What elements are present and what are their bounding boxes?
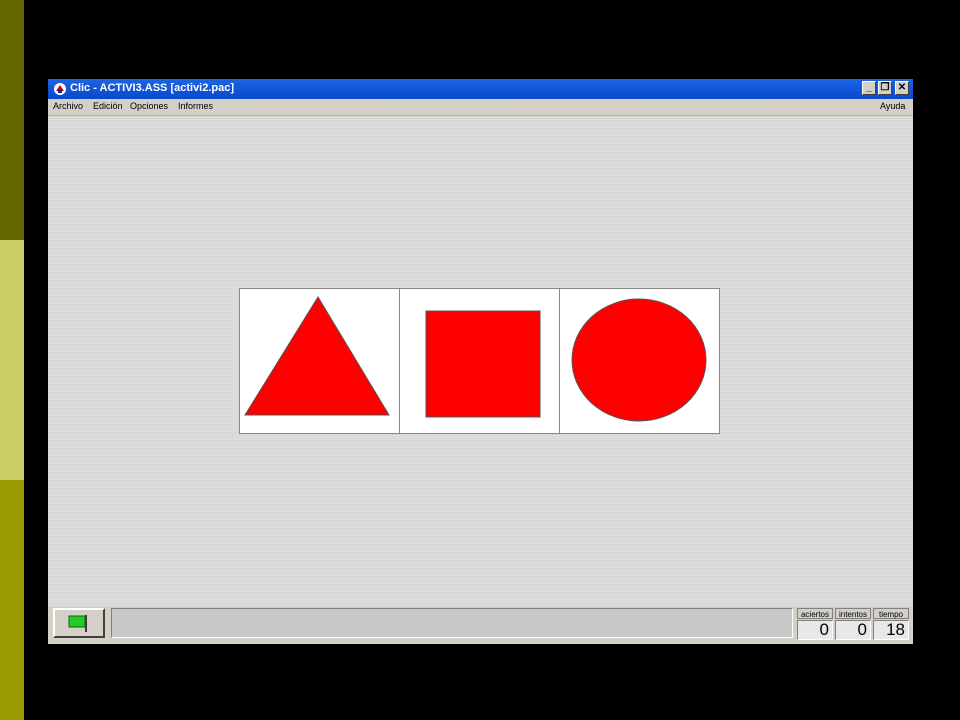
counter-label: aciertos — [797, 608, 833, 619]
close-button[interactable]: ✕ — [895, 81, 909, 95]
window-title: Clic - ACTIVI3.ASS [activi2.pac] — [70, 82, 235, 94]
status-bar: aciertos 0 intentos 0 tiempo 18 — [48, 606, 913, 644]
counter-tiempo: tiempo 18 — [873, 608, 909, 640]
triangle-fill — [244, 296, 390, 416]
square-shape — [425, 310, 541, 418]
counter-label: intentos — [835, 608, 871, 619]
slide-stripe-mid — [0, 480, 24, 720]
menu-bar: Archivo Edición Opciones Informes Ayuda — [48, 99, 913, 116]
shapes-panel — [239, 288, 720, 434]
minimize-button[interactable]: _ — [862, 81, 876, 95]
counter-value: 18 — [873, 620, 909, 640]
menu-archivo[interactable]: Archivo — [53, 101, 83, 111]
shape-cell-circle[interactable] — [560, 289, 719, 433]
slide-stripe-light — [0, 240, 24, 480]
slide-stripe-dark — [0, 0, 24, 240]
menu-opciones[interactable]: Opciones — [130, 101, 168, 111]
menu-edicion[interactable]: Edición — [93, 101, 123, 111]
activity-area — [48, 116, 913, 606]
shape-cell-square[interactable] — [400, 289, 560, 433]
menu-ayuda[interactable]: Ayuda — [880, 101, 905, 111]
menu-informes[interactable]: Informes — [178, 101, 213, 111]
counter-label: tiempo — [873, 608, 909, 619]
triangle-shape — [244, 296, 390, 416]
shape-cell-triangle[interactable] — [240, 289, 400, 433]
square-fill — [425, 310, 541, 418]
counter-value: 0 — [797, 620, 833, 640]
start-activity-button[interactable] — [53, 608, 105, 638]
counter-intentos: intentos 0 — [835, 608, 871, 640]
circle-fill — [571, 298, 707, 422]
counter-value: 0 — [835, 620, 871, 640]
clic-window: Clic - ACTIVI3.ASS [activi2.pac] _ ❐ ✕ A… — [48, 79, 913, 644]
circle-shape — [571, 298, 707, 422]
clic-app-icon — [54, 83, 66, 95]
message-box — [111, 608, 793, 638]
title-bar[interactable]: Clic - ACTIVI3.ASS [activi2.pac] _ ❐ ✕ — [48, 79, 913, 99]
restore-button[interactable]: ❐ — [878, 81, 892, 95]
counter-aciertos: aciertos 0 — [797, 608, 833, 640]
green-flag-icon — [68, 615, 87, 632]
